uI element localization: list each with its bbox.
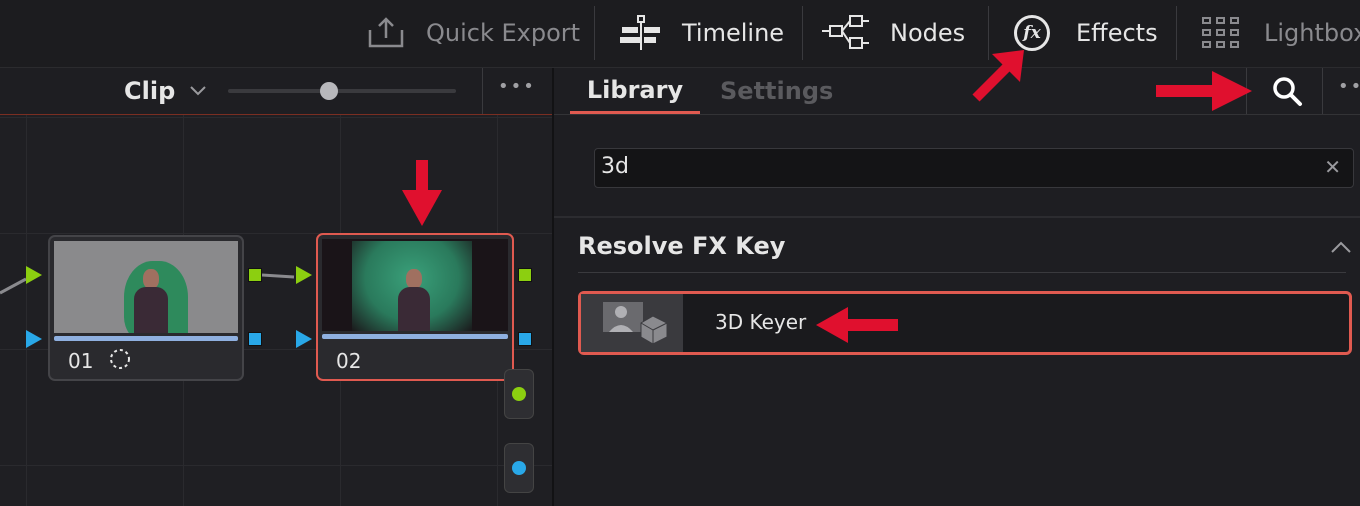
input-arrow-green[interactable] [26,266,42,284]
input-arrow-green[interactable] [296,266,312,284]
output-port-green[interactable] [248,268,262,282]
right-options-button[interactable]: •• [1338,76,1360,97]
header-divider [1322,68,1323,114]
tab-library[interactable]: Library [570,68,700,114]
lightbox-button[interactable]: Lightbox [1202,0,1360,66]
nodes-icon [822,15,869,49]
input-arrow-blue[interactable] [26,330,42,348]
header-divider [482,68,483,114]
annotation-arrow-search [1156,71,1252,111]
section-title: Resolve FX Key [578,232,786,260]
clip-dropdown[interactable]: Clip [124,68,207,114]
output-port-green[interactable] [518,268,532,282]
section-underline [578,272,1346,273]
node-number: 01 [68,349,94,373]
effects-panel: Library Settings •• 3d ✕ Resolve FX Key [554,68,1360,506]
node-number: 02 [336,349,362,373]
top-toolbar: Quick Export Timeline Nodes fx Effects L… [0,0,1360,68]
timeline-button[interactable]: Timeline [618,0,784,66]
tab-library-label: Library [586,75,684,104]
fx-icon-text: fx [1023,23,1041,43]
node-progress-bar [54,336,238,341]
quick-export-label: Quick Export [426,19,581,47]
toolbar-divider [594,6,595,60]
section-resolve-fx-key[interactable]: Resolve FX Key [554,218,1360,274]
export-icon [368,17,404,48]
search-input-value: 3d [601,154,629,179]
grid-icon [1202,17,1239,48]
output-port-blue[interactable] [518,332,532,346]
chevron-up-icon[interactable] [1330,240,1352,254]
node-thumbnail [322,239,508,331]
node-02[interactable]: 02 [316,233,514,381]
search-button[interactable] [1256,68,1318,114]
output-handle-blue[interactable] [504,443,534,493]
effects-label: Effects [1076,19,1158,47]
zoom-slider[interactable] [228,82,456,100]
search-input[interactable]: 3d ✕ [594,148,1354,188]
annotation-arrow-node [402,160,442,226]
timeline-label: Timeline [682,19,785,47]
nodes-button[interactable]: Nodes [822,0,965,66]
node-01[interactable]: 01 [48,235,244,381]
fx-item-thumbnail [581,294,684,352]
node-progress-bar [322,334,508,339]
zoom-slider-handle[interactable] [320,82,338,100]
fx-item-3d-keyer[interactable]: 3D Keyer [578,291,1352,355]
tab-settings-label: Settings [720,77,834,105]
output-handle-green[interactable] [504,369,534,419]
node-editor-panel: Clip ••• 01 02 [0,68,552,506]
toolbar-divider [1176,6,1177,60]
clear-search-button[interactable]: ✕ [1324,155,1341,179]
effects-button[interactable]: fx Effects [1014,0,1158,66]
person-figure [134,269,168,333]
output-port-blue[interactable] [248,332,262,346]
nodes-label: Nodes [890,19,966,47]
node-thumbnail [54,241,238,333]
timeline-icon [620,15,660,50]
search-icon [1273,77,1302,106]
annotation-arrow-effects [972,50,1024,102]
person-figure [398,269,430,331]
annotation-arrow-3d-keyer [816,307,898,343]
tab-settings[interactable]: Settings [720,68,833,114]
node-graph[interactable]: 01 02 [0,115,552,506]
fx-item-label: 3D Keyer [715,310,807,334]
keyer-icon [603,302,668,344]
lightbox-label: Lightbox [1264,19,1360,47]
fx-icon: fx [1014,15,1050,51]
node-editor-header: Clip ••• [0,68,552,115]
dashed-circle-icon [110,349,130,369]
quick-export-button[interactable]: Quick Export [366,0,580,66]
clip-label: Clip [124,77,176,105]
left-options-button[interactable]: ••• [498,76,536,97]
input-arrow-blue[interactable] [296,330,312,348]
chevron-down-icon [190,86,206,96]
toolbar-divider [802,6,803,60]
